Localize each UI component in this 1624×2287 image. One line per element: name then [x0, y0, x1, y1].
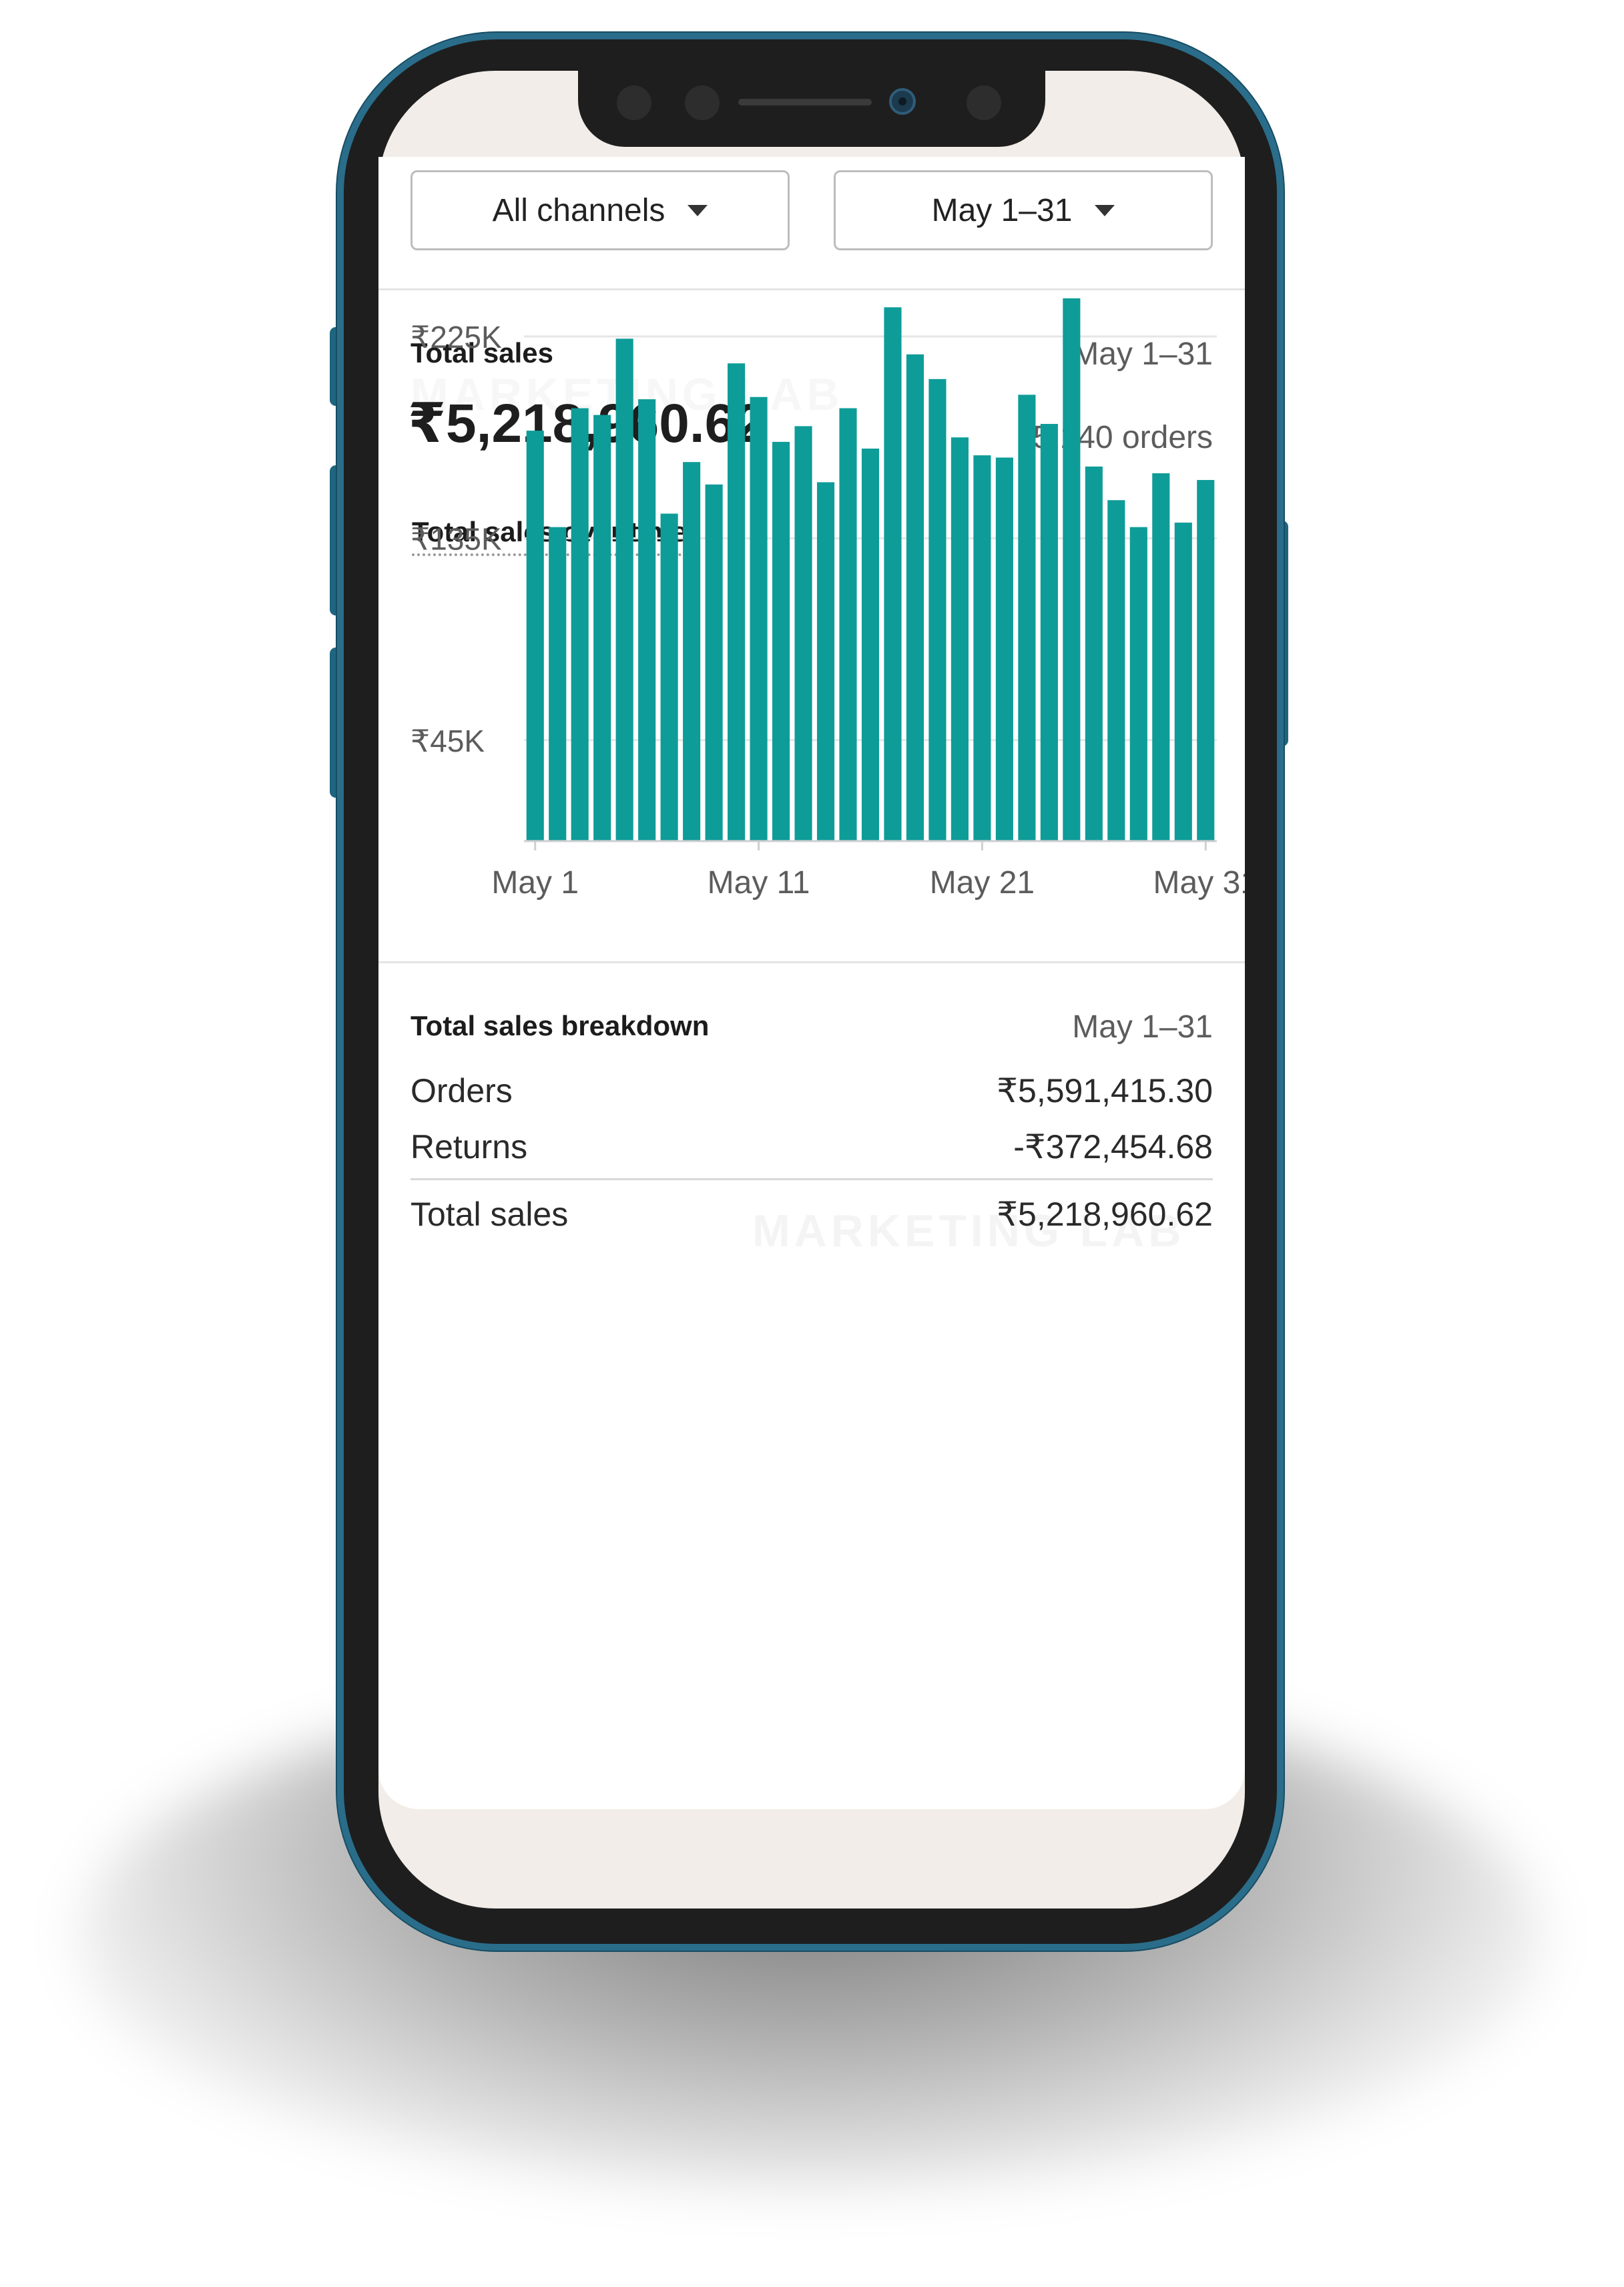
chart-bar[interactable]: [638, 399, 656, 841]
chart-bar[interactable]: [571, 408, 589, 841]
chart-bar[interactable]: [750, 397, 768, 841]
divider: [411, 1178, 1213, 1180]
chart-bar[interactable]: [660, 513, 678, 841]
returns-value: -₹372,454.68: [1013, 1128, 1213, 1166]
x-tick-label: May 31: [1153, 865, 1245, 901]
chart-bar[interactable]: [816, 482, 835, 841]
divider: [378, 961, 1245, 963]
total-sales-value: ₹5,218,960.62: [997, 1196, 1213, 1233]
chart-bar[interactable]: [861, 449, 880, 841]
y-tick-label: ₹135K: [411, 521, 502, 556]
chart-bar[interactable]: [526, 431, 544, 841]
chart-bar[interactable]: [683, 462, 701, 841]
chart-bar[interactable]: [1129, 527, 1147, 841]
chart-bar[interactable]: [884, 307, 902, 841]
orders-label: Orders: [411, 1072, 513, 1109]
earpiece-speaker: [738, 99, 872, 105]
sales-bar-chart: ₹225K ₹135K ₹45K May 1 May 11 May 21 May 31: [411, 298, 1245, 901]
front-camera: [889, 88, 916, 115]
orders-value: ₹5,591,415.30: [997, 1072, 1213, 1109]
sensor-dot: [685, 85, 720, 120]
chart-bar[interactable]: [772, 441, 790, 841]
chart-bar[interactable]: [839, 408, 857, 841]
chart-bar[interactable]: [1152, 473, 1170, 841]
chart-bar[interactable]: [549, 527, 567, 841]
breakdown-title: Total sales breakdown: [411, 1010, 710, 1041]
chart-bar[interactable]: [794, 426, 812, 841]
x-tick-label: May 11: [708, 865, 810, 901]
chart-bar[interactable]: [973, 455, 991, 841]
chart-bar[interactable]: [705, 484, 723, 841]
sensor-dot: [617, 85, 651, 120]
sensor-dot: [967, 85, 1001, 120]
chart-bar[interactable]: [906, 354, 924, 841]
chart-bar[interactable]: [928, 378, 946, 841]
chart-bar[interactable]: [593, 415, 611, 841]
chart-bar[interactable]: [995, 457, 1013, 841]
chart-bar[interactable]: [1063, 298, 1081, 841]
chart-bar[interactable]: [1085, 466, 1103, 841]
y-tick-label: ₹45K: [411, 724, 485, 758]
returns-label: Returns: [411, 1128, 528, 1166]
chart-bar[interactable]: [1107, 500, 1125, 841]
total-sales-label: Total sales: [411, 1196, 569, 1233]
chart-bar[interactable]: [1040, 424, 1058, 841]
chart-bar[interactable]: [1197, 480, 1215, 841]
phone-notch: [578, 68, 1045, 147]
chart-bar[interactable]: [1174, 522, 1192, 841]
chart-bar[interactable]: [1018, 395, 1036, 841]
chart-bar[interactable]: [951, 437, 969, 841]
chart-bar[interactable]: [728, 363, 746, 841]
x-tick-label: May 1: [491, 865, 579, 901]
x-tick-label: May 21: [930, 865, 1035, 901]
chart-bar[interactable]: [615, 338, 633, 841]
breakdown-date: May 1–31: [1072, 1009, 1213, 1045]
y-tick-label: ₹225K: [411, 320, 502, 354]
sales-report-card: All channels May 1–31 MARKETING LAB Tota…: [378, 157, 1245, 1809]
